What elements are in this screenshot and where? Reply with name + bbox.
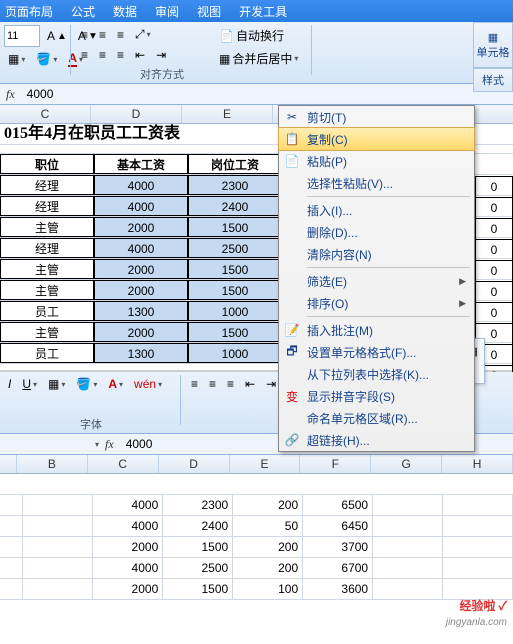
border2-button[interactable]: ▦▾ bbox=[44, 375, 69, 393]
indent-dec-icon[interactable]: ⇤ bbox=[131, 46, 149, 64]
formula-value[interactable]: 4000 bbox=[21, 87, 54, 101]
ind-l[interactable]: ⇤ bbox=[241, 375, 259, 393]
fx2: fx bbox=[99, 437, 120, 452]
align-bot-icon[interactable]: ≡ bbox=[113, 26, 128, 44]
col-E[interactable]: E bbox=[230, 455, 301, 473]
underline-button[interactable]: U▾ bbox=[18, 375, 41, 393]
zero-cell[interactable]: 0 bbox=[475, 176, 513, 198]
scissors-icon: ✂ bbox=[284, 109, 300, 125]
tab-review[interactable]: 审阅 bbox=[155, 3, 179, 20]
zero-cell[interactable]: 0 bbox=[475, 239, 513, 261]
ctx-paste-special[interactable]: 选择性粘贴(V)... bbox=[279, 172, 474, 194]
zero-cell[interactable]: 0 bbox=[475, 197, 513, 219]
ctx-phonetic[interactable]: 变显示拼音字段(S) bbox=[279, 385, 474, 407]
al-c[interactable]: ≡ bbox=[205, 375, 220, 393]
col-F[interactable]: F bbox=[300, 455, 371, 473]
tab-formula[interactable]: 公式 bbox=[71, 3, 95, 20]
phonetic-icon: 变 bbox=[284, 388, 300, 404]
ctx-sort[interactable]: 排序(O)▶ bbox=[279, 292, 474, 314]
col-D[interactable]: D bbox=[159, 455, 230, 473]
tab-data[interactable]: 数据 bbox=[113, 3, 137, 20]
ctx-hyperlink[interactable]: 🔗超链接(H)... bbox=[279, 429, 474, 451]
border-button[interactable]: ▦▾ bbox=[4, 50, 29, 68]
fill2-button[interactable]: 🪣▾ bbox=[72, 375, 101, 393]
watermark: 经验啦 ✓ bbox=[459, 597, 507, 614]
align-left-icon[interactable]: ≡ bbox=[77, 46, 92, 64]
tab-view[interactable]: 视图 bbox=[197, 3, 221, 20]
formula2[interactable]: 4000 bbox=[120, 437, 153, 451]
col-B[interactable]: B bbox=[17, 455, 88, 473]
cell-format-button[interactable]: ▦单元格 bbox=[473, 22, 513, 68]
align-center-icon[interactable]: ≡ bbox=[95, 46, 110, 64]
wrap-text-button[interactable]: 📄 自动换行 bbox=[215, 25, 288, 46]
hdr-post: 岗位工资 bbox=[188, 154, 282, 174]
copy-icon: 📋 bbox=[284, 131, 300, 147]
data-row[interactable]: 40002400506450 bbox=[0, 516, 513, 537]
style-button[interactable]: 样式 bbox=[473, 68, 513, 92]
col-e[interactable]: E bbox=[182, 105, 273, 123]
align-top-icon[interactable]: ≡ bbox=[77, 26, 92, 44]
col-G[interactable]: G bbox=[371, 455, 442, 473]
fx-label: fx bbox=[0, 87, 21, 102]
ctx-name[interactable]: 命名单元格区域(R)... bbox=[279, 407, 474, 429]
col-d[interactable]: D bbox=[91, 105, 182, 123]
zero-cell[interactable]: 0 bbox=[475, 218, 513, 240]
hdr-base: 基本工资 bbox=[94, 154, 188, 174]
tab-layout[interactable]: 页面布局 bbox=[5, 3, 53, 20]
al-r[interactable]: ≡ bbox=[223, 375, 238, 393]
align-mid-icon[interactable]: ≡ bbox=[95, 26, 110, 44]
ribbon: A▲ A▼ ▦▾ 🪣▾ A▾ ≡ ≡ ≡ ⤢▾ ≡ ≡ ≡ ⇤ ⇥ 📄 自动换行… bbox=[0, 22, 513, 84]
zero-cell[interactable]: 0 bbox=[475, 260, 513, 282]
data-row[interactable]: 200015002003700 bbox=[0, 537, 513, 558]
formula-bar: fx 4000 bbox=[0, 84, 513, 105]
orientation-button[interactable]: ⤢▾ bbox=[131, 25, 155, 44]
ctx-comment[interactable]: 📝插入批注(M) bbox=[279, 319, 474, 341]
ctx-clear[interactable]: 清除内容(N) bbox=[279, 243, 474, 265]
al-l[interactable]: ≡ bbox=[187, 375, 202, 393]
phonetic2-button[interactable]: wén▾ bbox=[130, 375, 166, 393]
format-icon: 🗗 bbox=[284, 344, 300, 360]
data-row[interactable]: 400025002006700 bbox=[0, 558, 513, 579]
data-row[interactable]: 400023002006500 bbox=[0, 495, 513, 516]
context-menu: ✂剪切(T) 📋复制(C) 📄粘贴(P) 选择性粘贴(V)... 插入(I)..… bbox=[278, 105, 475, 452]
paste-icon: 📄 bbox=[284, 153, 300, 169]
ctx-copy[interactable]: 📋复制(C) bbox=[278, 127, 475, 151]
merge-center-button[interactable]: ▦ 合并后居中▾ bbox=[215, 48, 302, 69]
link-icon: 🔗 bbox=[284, 432, 300, 448]
col-c[interactable]: C bbox=[0, 105, 91, 123]
col-H[interactable]: H bbox=[442, 455, 513, 473]
comment-icon: 📝 bbox=[284, 322, 300, 338]
tab-dev[interactable]: 开发工具 bbox=[239, 3, 287, 20]
ribbon-tabs: 页面布局 公式 数据 审阅 视图 开发工具 bbox=[0, 0, 513, 22]
ctx-filter[interactable]: 筛选(E)▶ bbox=[279, 270, 474, 292]
ctx-cut[interactable]: ✂剪切(T) bbox=[279, 106, 474, 128]
zero-cell[interactable]: 0 bbox=[475, 302, 513, 324]
align-right-icon[interactable]: ≡ bbox=[113, 46, 128, 64]
fill-color-button[interactable]: 🪣▾ bbox=[32, 50, 61, 68]
ctx-insert[interactable]: 插入(I)... bbox=[279, 199, 474, 221]
color2-button[interactable]: A▾ bbox=[104, 375, 127, 393]
fontsize-input[interactable] bbox=[4, 25, 40, 47]
data-row[interactable]: 200015001003600 bbox=[0, 579, 513, 600]
indent-inc-icon[interactable]: ⇥ bbox=[152, 46, 170, 64]
ctx-format[interactable]: 🗗设置单元格格式(F)... bbox=[279, 341, 474, 363]
worksheet: C D E 015年4月在职员工工资表 职位 基本工资 岗位工资 应 经理 40… bbox=[0, 105, 513, 364]
grow-font-button[interactable]: A▲ bbox=[43, 27, 71, 45]
zero-cell[interactable]: 0 bbox=[475, 281, 513, 303]
italic-button[interactable]: I bbox=[4, 375, 15, 393]
ctx-delete[interactable]: 删除(D)... bbox=[279, 221, 474, 243]
ctx-pick[interactable]: 从下拉列表中选择(K)... bbox=[279, 363, 474, 385]
col-C[interactable]: C bbox=[88, 455, 159, 473]
hdr-position: 职位 bbox=[0, 154, 94, 174]
watermark-url: jingyanla.com bbox=[446, 617, 507, 628]
ctx-paste[interactable]: 📄粘贴(P) bbox=[279, 150, 474, 172]
ribbon-right: ▦单元格 样式 bbox=[473, 22, 513, 92]
align-group-label: 对齐方式 bbox=[140, 66, 184, 82]
font-label2: 字体 bbox=[80, 416, 102, 432]
sheet-title: 015年4月在职员工工资表 bbox=[0, 124, 284, 144]
